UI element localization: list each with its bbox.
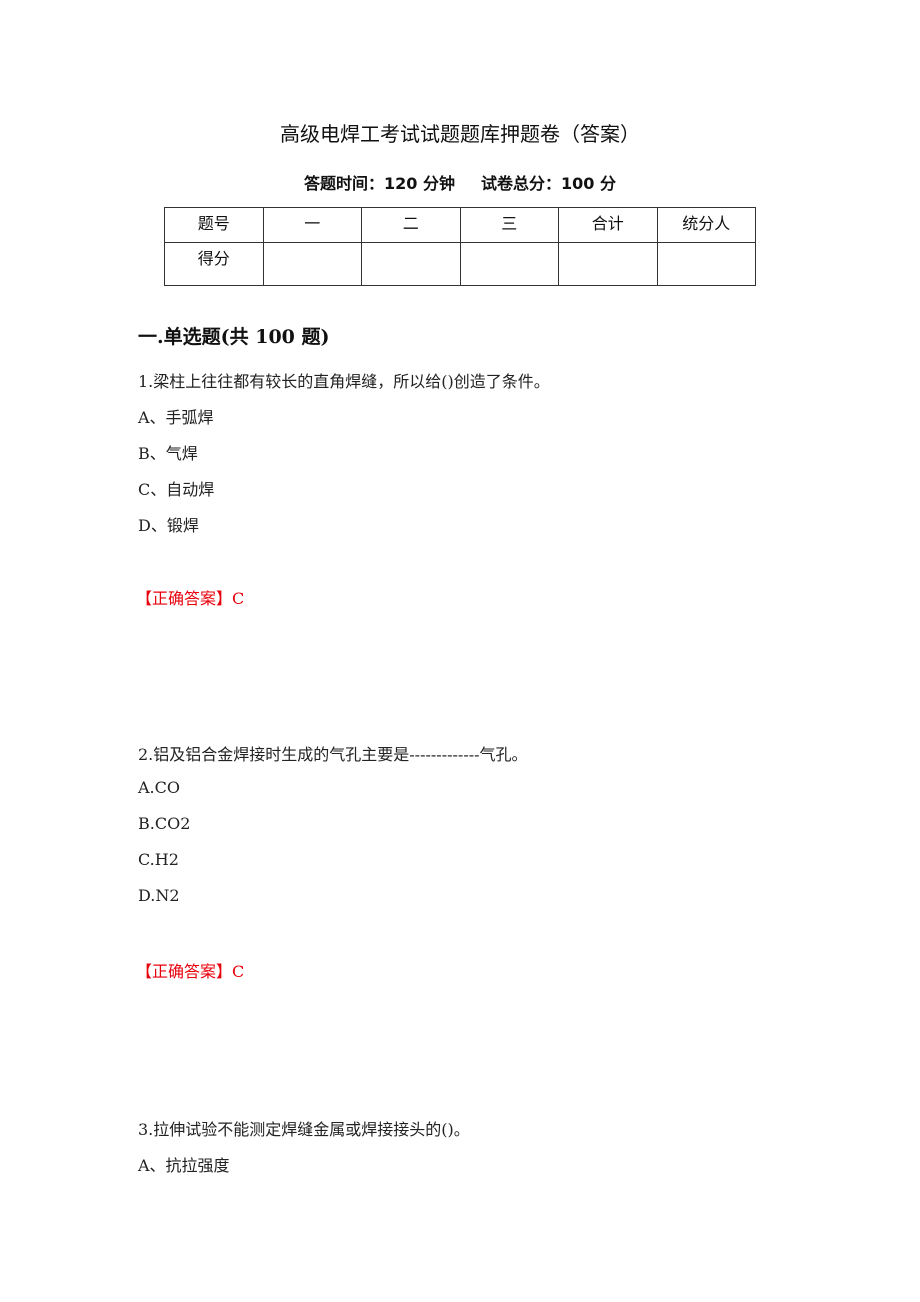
question-option: B、气焊 bbox=[138, 444, 198, 463]
score-cell bbox=[361, 242, 461, 286]
total-score: 试卷总分：100 分 bbox=[481, 174, 616, 193]
score-table: 题号 一 二 三 合计 统分人 得分 bbox=[164, 207, 756, 286]
question-option: C、自动焊 bbox=[138, 480, 215, 499]
exam-time: 答题时间：120 分钟 bbox=[304, 174, 455, 193]
correct-answer: 【正确答案】C bbox=[136, 962, 245, 981]
score-cell bbox=[558, 242, 658, 286]
score-table-score-row: 得分 bbox=[164, 242, 756, 286]
question-option: C.H2 bbox=[138, 850, 179, 869]
correct-answer: 【正确答案】C bbox=[136, 589, 245, 608]
score-table-header-cell: 题号 bbox=[164, 207, 264, 243]
question-stem: 1.梁柱上往往都有较长的直角焊缝，所以给()创造了条件。 bbox=[138, 372, 550, 391]
score-table-header-cell: 三 bbox=[459, 207, 559, 243]
score-table-header-cell: 二 bbox=[361, 207, 461, 243]
score-table-header-cell: 一 bbox=[262, 207, 362, 243]
question-option: A、抗拉强度 bbox=[138, 1156, 230, 1175]
score-table-header-cell: 统分人 bbox=[656, 207, 756, 243]
score-cell bbox=[459, 242, 559, 286]
document-title: 高级电焊工考试试题题库押题卷（答案） bbox=[280, 122, 640, 146]
question-option: D、锻焊 bbox=[138, 516, 199, 535]
question-stem: 3.拉伸试验不能测定焊缝金属或焊接接头的()。 bbox=[138, 1120, 470, 1139]
question-option: D.N2 bbox=[138, 886, 180, 905]
section-title: 一.单选题(共 100 题) bbox=[138, 326, 330, 348]
score-cell bbox=[262, 242, 362, 286]
question-option: A.CO bbox=[138, 778, 180, 797]
question-stem: 2.铝及铝合金焊接时生成的气孔主要是-------------气孔。 bbox=[138, 745, 528, 764]
question-option: A、手弧焊 bbox=[138, 408, 214, 427]
score-cell bbox=[656, 242, 756, 286]
exam-info: 答题时间：120 分钟 试卷总分：100 分 bbox=[0, 170, 920, 194]
score-table-header-cell: 合计 bbox=[558, 207, 658, 243]
score-table-header-row: 题号 一 二 三 合计 统分人 bbox=[164, 207, 756, 243]
score-row-label: 得分 bbox=[164, 242, 264, 286]
question-option: B.CO2 bbox=[138, 814, 191, 833]
